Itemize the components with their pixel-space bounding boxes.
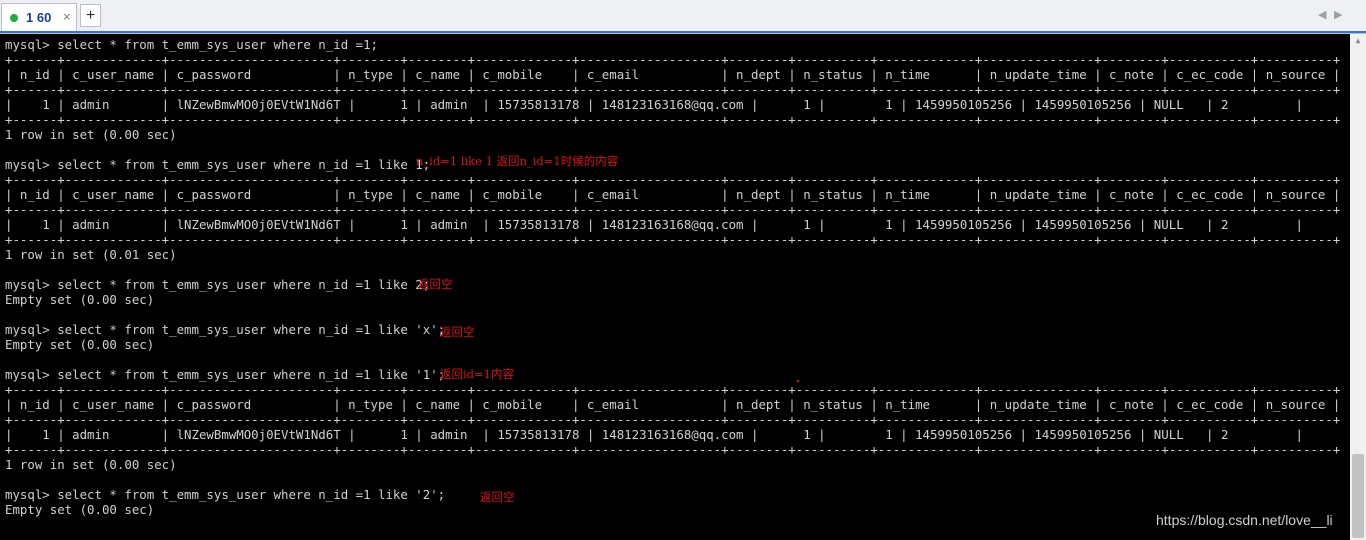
table-header-row: | n_id | c_user_name | c_password | n_ty… <box>5 187 1341 202</box>
table-header-row: | n_id | c_user_name | c_password | n_ty… <box>5 67 1341 82</box>
result-summary: 1 row in set (0.00 sec) <box>5 127 177 142</box>
annotation-dot <box>797 380 799 382</box>
table-border: +------+-------------+------------------… <box>5 202 1341 217</box>
table-data-row: | 1 | admin | lNZewBmwMO0j0EVtW1Nd6T | 1… <box>5 97 1350 112</box>
annotation-note: n_id=1 like 1 返回n_id=1时候的内容 <box>416 154 619 168</box>
scroll-tabs-left-icon[interactable]: ◀ <box>1318 8 1326 21</box>
table-border: +------+-------------+------------------… <box>5 82 1341 97</box>
terminal-line: mysql> select * from t_emm_sys_user wher… <box>5 367 446 382</box>
result-summary: Empty set (0.00 sec) <box>5 502 155 517</box>
close-tab-icon[interactable]: × <box>63 9 71 24</box>
terminal-output[interactable]: mysql> select * from t_emm_sys_user wher… <box>0 34 1350 540</box>
result-summary: 1 row in set (0.00 sec) <box>5 457 177 472</box>
session-tab[interactable]: 1 60 × <box>1 3 77 31</box>
table-header-row: | n_id | c_user_name | c_password | n_ty… <box>5 397 1341 412</box>
annotation-note: 返回id=1内容 <box>440 367 514 381</box>
table-border: +------+-------------+------------------… <box>5 52 1341 67</box>
terminal-line: mysql> select * from t_emm_sys_user wher… <box>5 322 446 337</box>
tab-accent-line <box>0 31 1366 33</box>
table-border: +------+-------------+------------------… <box>5 232 1341 247</box>
table-data-row: | 1 | admin | lNZewBmwMO0j0EVtW1Nd6T | 1… <box>5 217 1350 232</box>
connection-status-icon <box>10 14 18 22</box>
scroll-up-icon[interactable]: ▲ <box>1350 34 1366 48</box>
annotation-note: 返回空 <box>418 277 453 291</box>
table-border: +------+-------------+------------------… <box>5 172 1341 187</box>
scroll-tabs-right-icon[interactable]: ▶ <box>1334 8 1342 21</box>
table-border: +------+-------------+------------------… <box>5 442 1341 457</box>
scrollbar-thumb[interactable] <box>1352 454 1364 538</box>
terminal-line: mysql> select * from t_emm_sys_user wher… <box>5 487 446 502</box>
new-tab-button[interactable]: + <box>80 4 101 27</box>
terminal-line: mysql> select * from t_emm_sys_user wher… <box>5 157 431 172</box>
table-border: +------+-------------+------------------… <box>5 112 1341 127</box>
annotation-note: 返回空 <box>480 490 515 504</box>
result-summary: Empty set (0.00 sec) <box>5 337 155 352</box>
result-summary: 1 row in set (0.01 sec) <box>5 247 177 262</box>
terminal-line: mysql> select * from t_emm_sys_user wher… <box>5 277 431 292</box>
tab-bar: 1 60 × + ◀ ▶ <box>0 0 1366 34</box>
vertical-scrollbar[interactable]: ▲ <box>1350 34 1366 540</box>
table-border: +------+-------------+------------------… <box>5 412 1341 427</box>
table-border: +------+-------------+------------------… <box>5 382 1341 397</box>
terminal-line: mysql> select * from t_emm_sys_user wher… <box>5 37 378 52</box>
session-tab-title[interactable]: 1 60 <box>26 10 51 25</box>
annotation-note: 返回空 <box>440 325 475 339</box>
result-summary: Empty set (0.00 sec) <box>5 292 155 307</box>
watermark: https://blog.csdn.net/love__li <box>1156 512 1333 528</box>
table-data-row: | 1 | admin | lNZewBmwMO0j0EVtW1Nd6T | 1… <box>5 427 1350 442</box>
